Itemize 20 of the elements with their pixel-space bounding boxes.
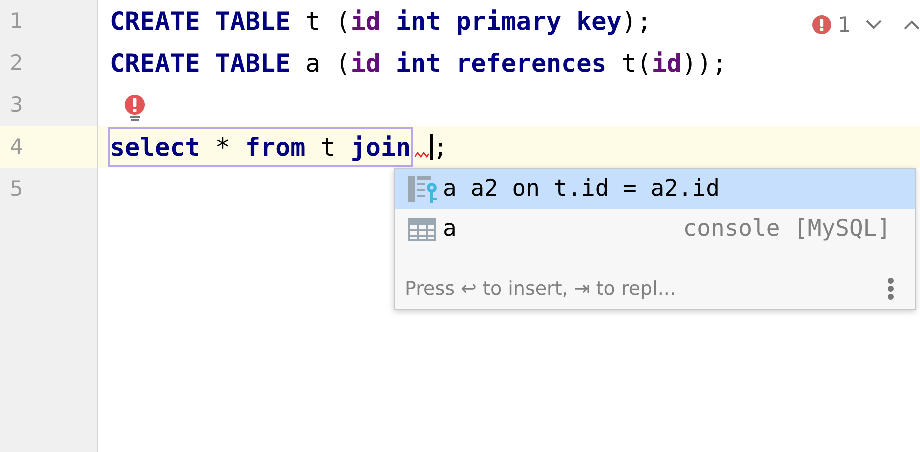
- code-line: ;: [433, 132, 448, 162]
- line-number: 2: [10, 51, 24, 75]
- error-count: 1: [838, 13, 852, 37]
- table-key-icon: [407, 174, 439, 204]
- line-number: 3: [10, 93, 24, 117]
- hint-text: Press ↩ to insert, ⇥ to repl...: [405, 278, 676, 300]
- chevron-up-icon[interactable]: [903, 19, 920, 31]
- statement-highlight: select * from t join: [108, 127, 414, 167]
- item-source: console [MySQL]: [683, 216, 891, 242]
- code-line: CREATE TABLE t (id int primary key);: [110, 6, 652, 36]
- error-icon[interactable]: [812, 15, 832, 35]
- more-icon[interactable]: [887, 277, 895, 301]
- code-line: CREATE TABLE a (id int references t(id));: [110, 48, 728, 78]
- chevron-down-icon[interactable]: [865, 19, 884, 31]
- line-number: 4: [10, 135, 24, 159]
- completion-item[interactable]: a a2 on t.id = a2.id: [395, 169, 915, 209]
- line-number: 5: [10, 177, 24, 201]
- completion-item[interactable]: a console [MySQL]: [395, 209, 915, 249]
- error-bulb-icon[interactable]: [124, 94, 146, 122]
- line-number: 1: [10, 9, 24, 33]
